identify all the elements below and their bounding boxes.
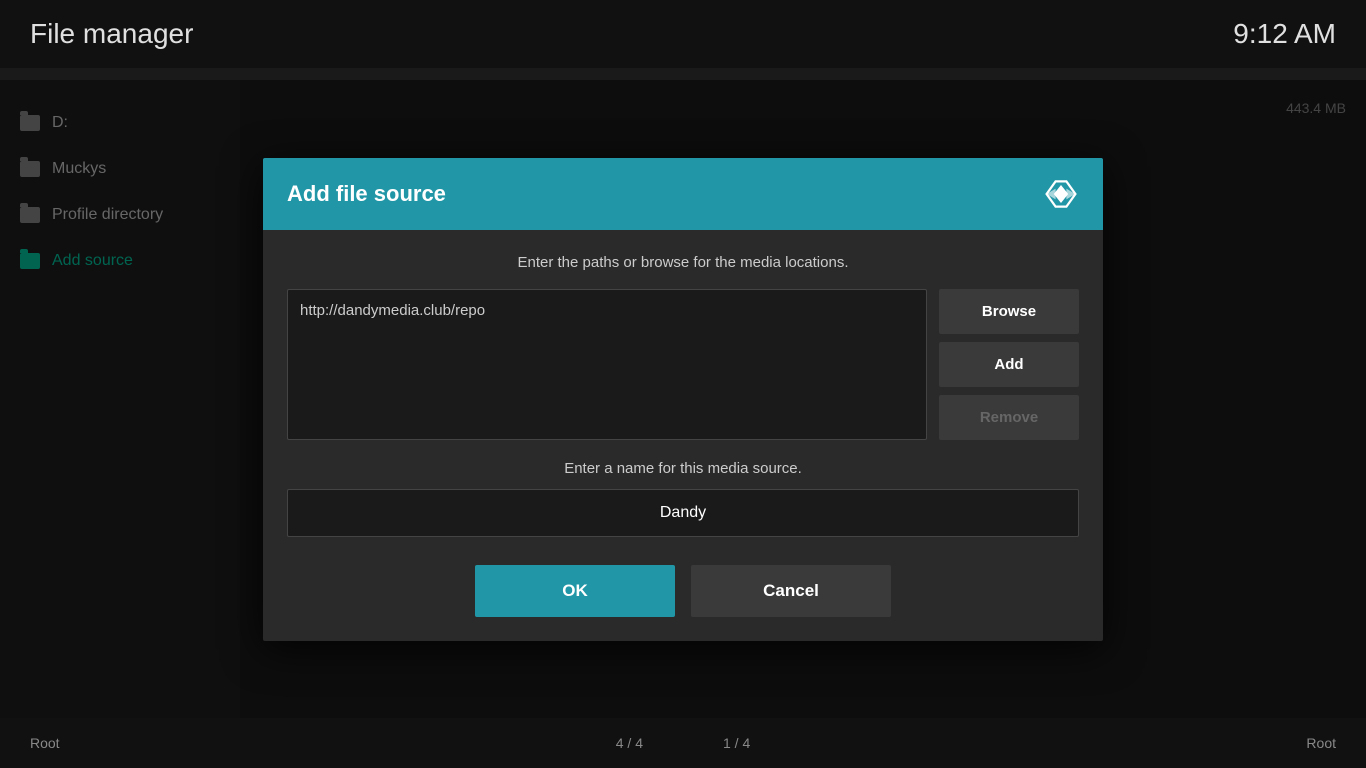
ok-button[interactable]: OK	[475, 565, 675, 617]
media-source-name-input[interactable]	[287, 489, 1079, 537]
header: File manager 9:12 AM	[0, 0, 1366, 68]
footer-center: 4 / 4 1 / 4	[616, 735, 751, 751]
kodi-logo	[1043, 176, 1079, 212]
path-row: http://dandymedia.club/repo Browse Add R…	[287, 289, 1079, 440]
footer-bar: Root 4 / 4 1 / 4 Root	[0, 718, 1366, 768]
name-instruction: Enter a name for this media source.	[287, 460, 1079, 477]
modal-overlay: Add file source Enter the paths or brows…	[0, 80, 1366, 718]
footer-pagination-left: 4 / 4	[616, 735, 643, 751]
dialog-title: Add file source	[287, 181, 446, 207]
footer-pagination-right: 1 / 4	[723, 735, 750, 751]
path-action-buttons: Browse Add Remove	[939, 289, 1079, 440]
path-instruction: Enter the paths or browse for the media …	[287, 254, 1079, 271]
browse-button[interactable]: Browse	[939, 289, 1079, 334]
app-title: File manager	[30, 18, 193, 50]
footer-left: Root	[30, 735, 60, 751]
add-button[interactable]: Add	[939, 342, 1079, 387]
add-file-source-dialog: Add file source Enter the paths or brows…	[263, 158, 1103, 641]
clock: 9:12 AM	[1233, 18, 1336, 50]
dialog-header: Add file source	[263, 158, 1103, 230]
footer-right: Root	[1306, 735, 1336, 751]
remove-button[interactable]: Remove	[939, 395, 1079, 440]
cancel-button[interactable]: Cancel	[691, 565, 891, 617]
dialog-body: Enter the paths or browse for the media …	[263, 230, 1103, 641]
path-input[interactable]: http://dandymedia.club/repo	[287, 289, 927, 440]
dialog-footer: OK Cancel	[287, 565, 1079, 617]
